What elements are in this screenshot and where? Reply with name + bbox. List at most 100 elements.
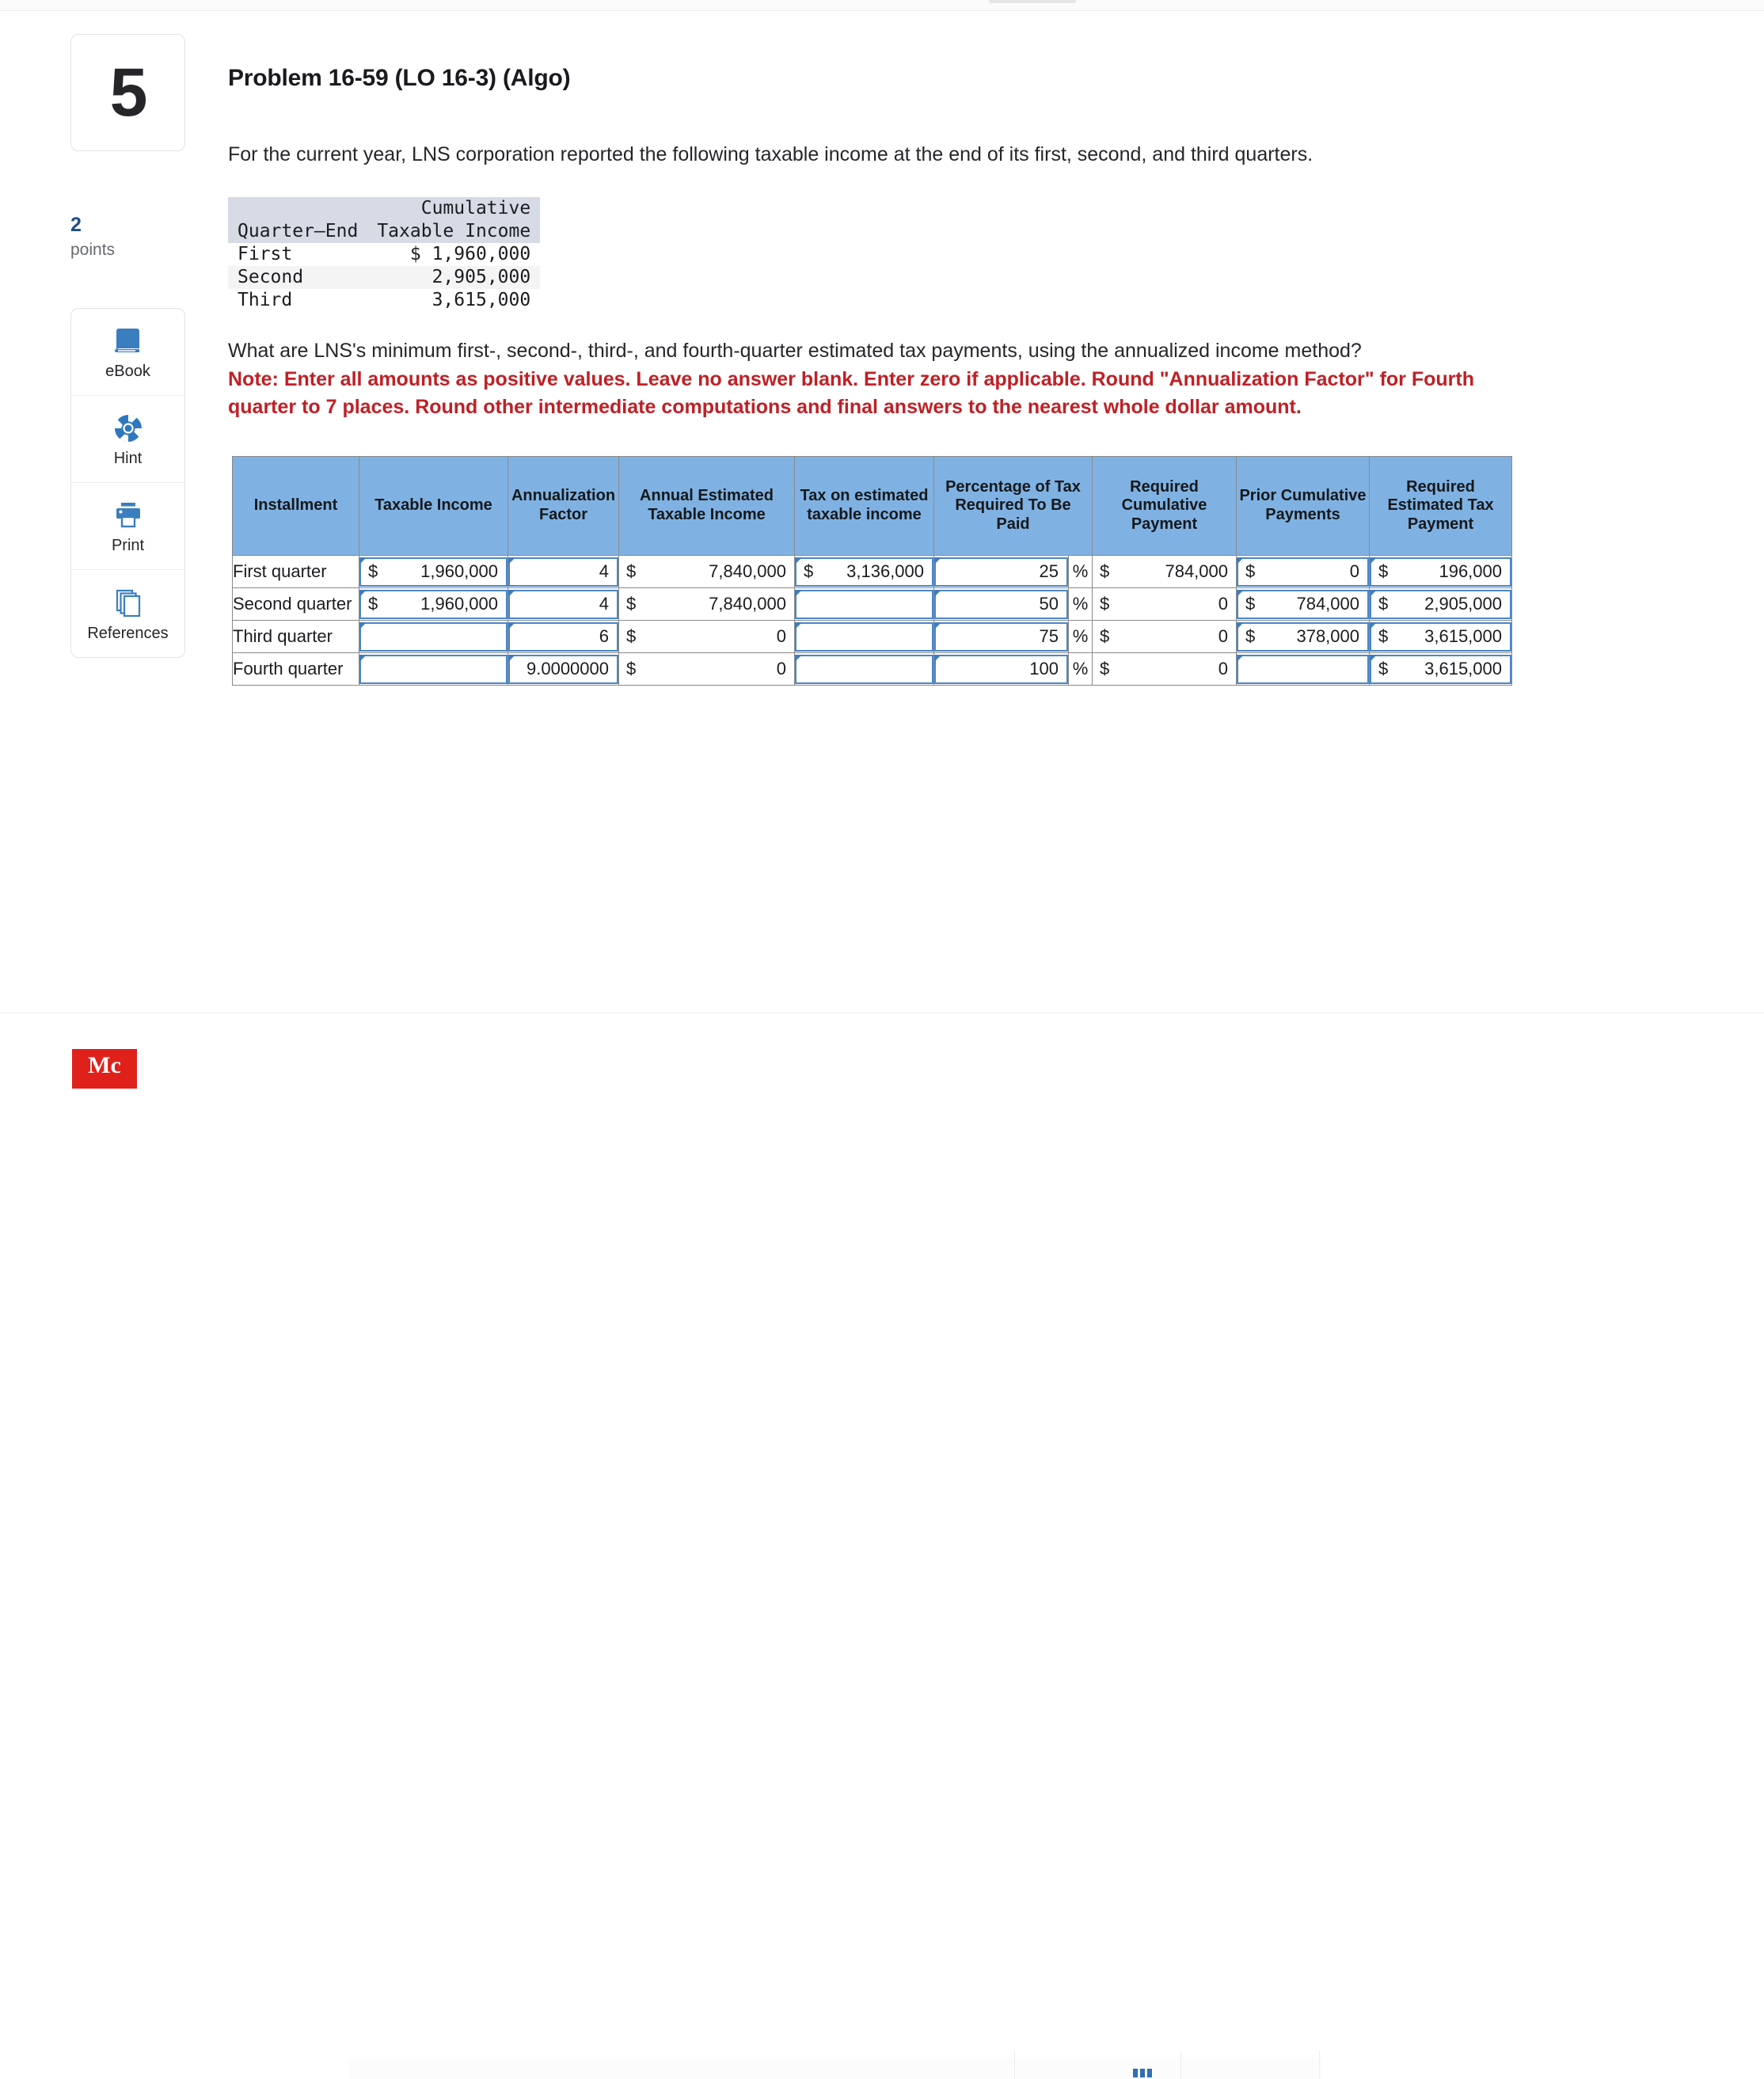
value-required-estimated-q1: 196,000 (1439, 561, 1502, 581)
given-row-amount: 2,905,000 (367, 266, 541, 289)
currency-symbol: $ (1100, 626, 1110, 646)
cell-prior-cumulative-q3[interactable]: $ 378,000 (1236, 620, 1370, 653)
cell-tax-on-estimated-income-q1[interactable]: $ 3,136,000 (794, 555, 934, 588)
cell-annual-estimated-income-q4: $ 0 (618, 652, 795, 686)
given-head-cumulative: Cumulative (367, 197, 541, 220)
currency-symbol: $ (1245, 561, 1256, 581)
print-icon (111, 499, 146, 532)
value-required-estimated-q3: 3,615,000 (1424, 626, 1502, 646)
row-label-first-quarter: First quarter (232, 555, 359, 588)
value-taxable-income-q1: 1,960,000 (420, 561, 498, 581)
cell-tax-on-estimated-income-q3[interactable] (794, 620, 934, 653)
table-row: First $ 1,960,000 (228, 243, 540, 266)
currency-symbol: $ (804, 561, 814, 581)
tool-button-group: eBook Hint Print References (70, 308, 185, 658)
given-row-quarter: Third (238, 290, 293, 310)
cell-percentage-q1[interactable]: 25 (933, 555, 1069, 588)
question-prompt: What are LNS's minimum first-, second-, … (228, 340, 1362, 362)
references-button[interactable]: References (71, 570, 184, 657)
cell-required-estimated-q4[interactable]: $ 3,615,000 (1369, 652, 1512, 686)
ebook-button[interactable]: eBook (71, 309, 184, 396)
cell-prior-cumulative-q4[interactable] (1236, 652, 1370, 686)
print-label: Print (111, 537, 145, 554)
cell-annual-estimated-income-q1: $ 7,840,000 (618, 555, 795, 588)
given-head-taxable-income: Taxable Income (367, 220, 541, 243)
col-header-annual-estimated-taxable-income: Annual Estimated Taxable Income (618, 456, 795, 556)
footer-panel (348, 2057, 1322, 2079)
cell-annualization-factor-q3[interactable]: 6 (508, 620, 619, 653)
cell-percentage-q4[interactable]: 100 (933, 652, 1069, 686)
percent-sign: % (1072, 626, 1089, 646)
cell-annual-estimated-income-q2: $ 7,840,000 (618, 587, 795, 621)
cell-taxable-income-q4[interactable] (359, 652, 508, 686)
cell-prior-cumulative-q2[interactable]: $ 784,000 (1236, 587, 1370, 621)
value-annual-estimated-income-q1: 7,840,000 (709, 561, 786, 581)
answer-entry-table: Installment Taxable Income Annualization… (232, 456, 1512, 686)
points-value: 2 (70, 214, 82, 236)
value-annualization-factor-q1: 4 (599, 561, 609, 581)
cell-annual-estimated-income-q3: $ 0 (618, 620, 795, 653)
cell-required-estimated-q1[interactable]: $ 196,000 (1369, 555, 1512, 588)
footer-separator (1319, 2050, 1320, 2079)
value-annual-estimated-income-q4: 0 (776, 659, 786, 678)
value-annualization-factor-q2: 4 (599, 594, 609, 614)
cell-tax-on-estimated-income-q4[interactable] (794, 652, 934, 686)
col-header-percentage-of-tax-required: Percentage of Tax Required To Be Paid (933, 456, 1093, 556)
cell-prior-cumulative-q1[interactable]: $ 0 (1236, 555, 1370, 588)
footer-grid-icon (1133, 2069, 1152, 2077)
given-data-head-row-2: Quarter–End Taxable Income (228, 220, 541, 243)
value-prior-cumulative-q3: 378,000 (1296, 626, 1359, 646)
cell-required-estimated-q3[interactable]: $ 3,615,000 (1369, 620, 1512, 653)
hint-label: Hint (113, 450, 143, 467)
value-annual-estimated-income-q3: 0 (776, 626, 786, 646)
col-header-required-cumulative-payment: Required Cumulative Payment (1092, 456, 1237, 556)
value-required-estimated-q4: 3,615,000 (1424, 659, 1502, 678)
value-required-cumulative-q4: 0 (1218, 659, 1228, 678)
cell-annualization-factor-q4[interactable]: 9.0000000 (508, 652, 619, 686)
cell-percentage-q2[interactable]: 50 (933, 587, 1069, 621)
value-annualization-factor-q3: 6 (599, 626, 609, 646)
cell-taxable-income-q3[interactable] (359, 620, 508, 653)
cell-required-cumulative-q2: $ 0 (1092, 587, 1237, 621)
currency-symbol: $ (1378, 659, 1389, 678)
currency-symbol: $ (1245, 594, 1256, 614)
footer-separator (1014, 2050, 1015, 2079)
footer-bar (0, 1013, 1764, 2079)
references-icon (111, 587, 146, 620)
cell-percentage-q3[interactable]: 75 (933, 620, 1069, 653)
value-required-cumulative-q1: 784,000 (1165, 561, 1228, 581)
percent-sign: % (1072, 594, 1089, 614)
value-percentage-q3: 75 (1039, 626, 1059, 646)
answer-table-body: First quarter $ 1,960,000 4 $ 7,840,000 … (232, 555, 1512, 686)
cell-taxable-income-q1[interactable]: $ 1,960,000 (359, 555, 508, 588)
intro-paragraph: For the current year, LNS corporation re… (228, 143, 1313, 165)
value-required-cumulative-q2: 0 (1218, 594, 1228, 614)
hint-button[interactable]: Hint (71, 396, 184, 483)
question-content: Problem 16-59 (LO 16-3) (Algo) For the c… (222, 11, 1764, 1013)
browser-top-strip (0, 0, 1764, 11)
cell-tax-on-estimated-income-q2[interactable] (794, 587, 934, 621)
given-data-head: Cumulative Quarter–End Taxable Income (228, 197, 541, 243)
table-row: Third quarter 6 $ 0 75 % $ 0 $ 378,000 $… (232, 620, 1512, 653)
col-header-tax-on-estimated-taxable-income: Tax on estimated taxable income (794, 456, 934, 556)
cell-annualization-factor-q1[interactable]: 4 (508, 555, 619, 588)
table-row: First quarter $ 1,960,000 4 $ 7,840,000 … (232, 555, 1512, 588)
currency-symbol: $ (368, 594, 378, 614)
cell-required-estimated-q2[interactable]: $ 2,905,000 (1369, 587, 1512, 621)
print-button[interactable]: Print (71, 483, 184, 570)
given-data-head-row-1: Cumulative (228, 197, 541, 220)
cell-taxable-income-q2[interactable]: $ 1,960,000 (359, 587, 508, 621)
given-row-amount: 3,615,000 (431, 290, 531, 310)
value-prior-cumulative-q1: 0 (1349, 561, 1359, 581)
value-percentage-q4: 100 (1029, 659, 1059, 678)
answer-table-head: Installment Taxable Income Annualization… (232, 456, 1512, 556)
cell-annualization-factor-q2[interactable]: 4 (508, 587, 619, 621)
given-data-body: First $ 1,960,000 Second 2,905,000 Third… (228, 243, 541, 312)
percent-sign: % (1072, 659, 1089, 678)
row-label-third-quarter: Third quarter (232, 620, 359, 653)
col-header-installment: Installment (232, 456, 359, 556)
given-row-amount: $ 1,960,000 (409, 244, 531, 264)
currency-symbol: $ (1378, 626, 1389, 646)
currency-symbol: $ (368, 561, 378, 581)
points-label: points (70, 240, 116, 259)
